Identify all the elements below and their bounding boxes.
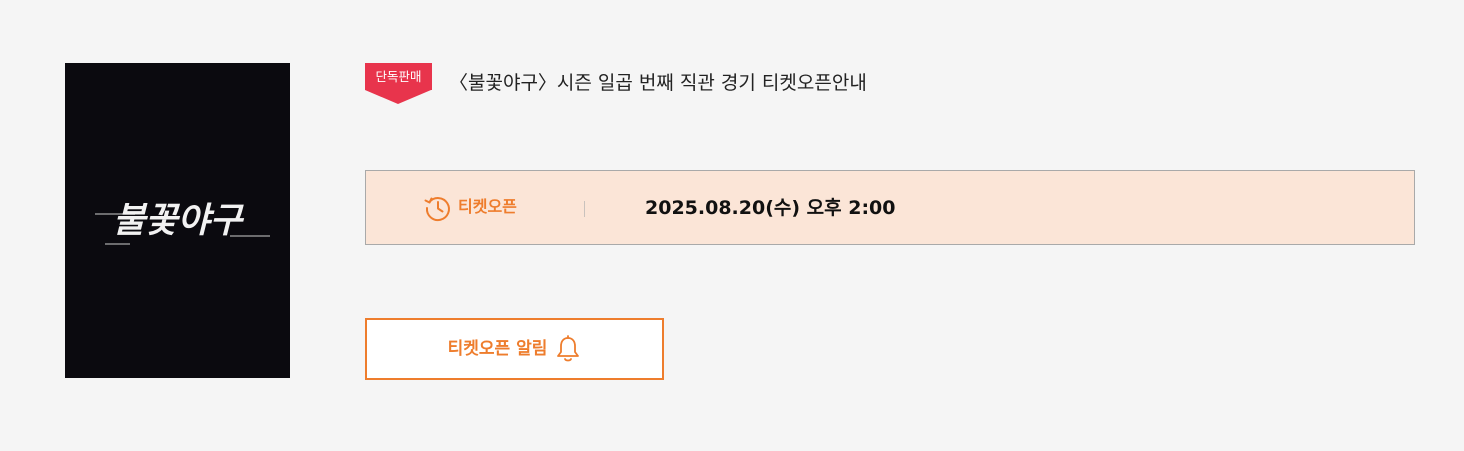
poster-logo: 불꽃야구 xyxy=(113,201,242,241)
ticket-open-alert-button[interactable]: 티켓오픈 알림 xyxy=(365,318,664,380)
exclusive-sale-badge: 단독판매 xyxy=(365,63,432,90)
alert-button-label: 티켓오픈 알림 xyxy=(447,339,548,359)
event-poster[interactable]: 불꽃야구 xyxy=(65,63,290,378)
history-clock-icon xyxy=(424,197,450,222)
ticket-open-label: 티켓오픈 xyxy=(458,197,517,216)
ticket-open-date: 2025.08.20(수) 오후 2:00 xyxy=(645,197,896,219)
bell-icon xyxy=(557,335,580,362)
poster-streak xyxy=(105,243,130,245)
event-title: 〈불꽃야구〉시즌 일곱 번째 직관 경기 티켓오픈안내 xyxy=(449,72,867,94)
divider xyxy=(584,201,585,217)
ticket-open-info: 티켓오픈 2025.08.20(수) 오후 2:00 xyxy=(365,170,1415,245)
badge-tail xyxy=(365,90,431,104)
